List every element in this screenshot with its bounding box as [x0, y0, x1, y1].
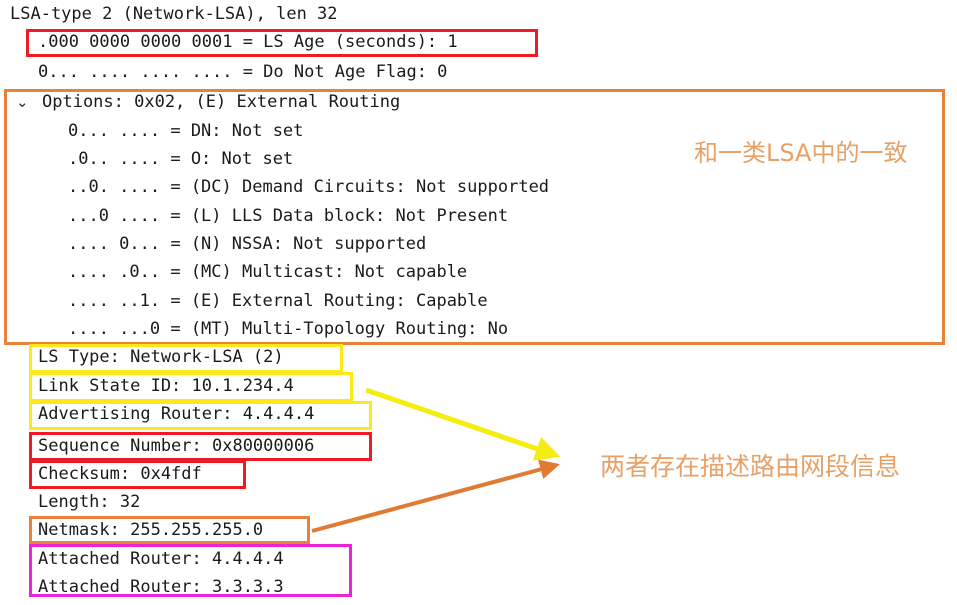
option-bit-l: ...0 .... = (L) LLS Data block: Not Pres… — [68, 206, 509, 226]
field-checksum: Checksum: 0x4fdf — [38, 464, 202, 484]
field-length: Length: 32 — [38, 492, 141, 512]
option-bit-mt: .... ...0 = (MT) Multi-Topology Routing:… — [68, 319, 509, 339]
field-link-state-id: Link State ID: 10.1.234.4 — [38, 376, 294, 396]
field-ls-type: LS Type: Network-LSA (2) — [38, 347, 284, 367]
annotation-options-note: 和一类LSA中的一致 — [694, 139, 908, 167]
option-bit-dc: ..0. .... = (DC) Demand Circuits: Not su… — [68, 177, 550, 197]
screenshot-root: LSA-type 2 (Network-LSA), len 32 .000 00… — [0, 0, 957, 605]
option-bit-n: .... 0... = (N) NSSA: Not supported — [68, 234, 427, 254]
options-header-line[interactable]: Options: 0x02, (E) External Routing — [42, 92, 400, 112]
option-bit-e: .... ..1. = (E) External Routing: Capabl… — [68, 291, 488, 311]
ls-age-line: .000 0000 0000 0001 = LS Age (seconds): … — [38, 32, 458, 52]
field-advertising-router: Advertising Router: 4.4.4.4 — [38, 404, 315, 424]
field-attached-router-2: Attached Router: 3.3.3.3 — [38, 577, 284, 597]
option-bit-dn: 0... .... = DN: Not set — [68, 121, 304, 141]
option-bit-o: .0.. .... = O: Not set — [68, 149, 294, 169]
do-not-age-flag-line: 0... .... .... .... = Do Not Age Flag: 0 — [38, 62, 448, 82]
arrow-netmask-to-note — [311, 459, 560, 533]
chevron-down-icon[interactable]: ⌄ — [16, 92, 29, 112]
field-attached-router-1: Attached Router: 4.4.4.4 — [38, 549, 284, 569]
field-sequence-number: Sequence Number: 0x80000006 — [38, 436, 315, 456]
lsa-type-title: LSA-type 2 (Network-LSA), len 32 — [10, 4, 338, 24]
option-bit-mc: .... .0.. = (MC) Multicast: Not capable — [68, 262, 468, 282]
arrow-link-state-id-to-note — [365, 387, 561, 461]
annotation-netmask-note: 两者存在描述路由网段信息 — [600, 452, 901, 481]
field-netmask: Netmask: 255.255.255.0 — [38, 520, 264, 540]
